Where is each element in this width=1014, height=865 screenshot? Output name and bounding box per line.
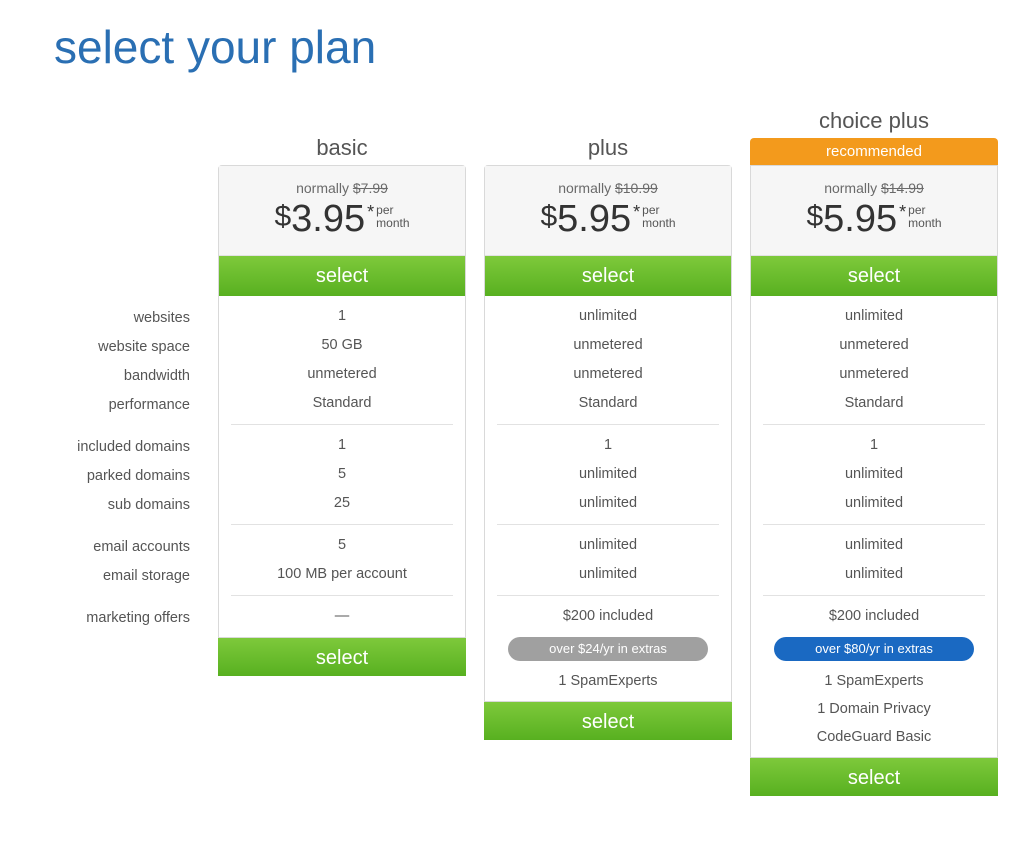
feature-value: 100 MB per account	[219, 560, 465, 589]
feature-value: unlimited	[751, 489, 997, 518]
normal-price-value: $7.99	[353, 180, 388, 196]
feature-label: included domains	[30, 433, 200, 462]
feature-value: unmetered	[485, 331, 731, 360]
feature-label: websites	[30, 304, 200, 333]
feature-value: unlimited	[485, 531, 731, 560]
select-button[interactable]: select	[485, 256, 731, 296]
feature-value: 1	[751, 431, 997, 460]
feature-value: 25	[219, 489, 465, 518]
recommended-badge: recommended	[750, 138, 998, 165]
feature-label: email storage	[30, 562, 200, 591]
feature-value: unlimited	[485, 560, 731, 589]
asterisk: *	[633, 202, 640, 223]
select-button[interactable]: select	[219, 256, 465, 296]
select-button-bottom[interactable]: select	[484, 702, 732, 740]
feature-label: sub domains	[30, 491, 200, 520]
feature-value: —	[219, 602, 465, 631]
extra-feature: 1 SpamExperts	[751, 667, 997, 695]
feature-value: unlimited	[751, 302, 997, 331]
feature-value: unlimited	[485, 489, 731, 518]
price-line: $ 3.95 * permonth	[219, 198, 465, 241]
price-box: normally $7.99 $ 3.95 * permonth	[219, 166, 465, 256]
extra-feature: 1 Domain Privacy	[751, 695, 997, 723]
feature-label: email accounts	[30, 533, 200, 562]
features-list: unlimited unmetered unmetered Standard 1…	[485, 296, 731, 701]
feature-value: unmetered	[751, 331, 997, 360]
feature-value: 50 GB	[219, 331, 465, 360]
features-list: 1 50 GB unmetered Standard 1 5 25 5 100 …	[219, 296, 465, 637]
feature-value: unlimited	[751, 531, 997, 560]
feature-value: unmetered	[751, 360, 997, 389]
feature-value: 1	[485, 431, 731, 460]
extras-pill: over $24/yr in extras	[508, 637, 708, 661]
plan-card: normally $14.99 $ 5.95 * permonth select…	[750, 165, 998, 758]
feature-value: 1	[219, 302, 465, 331]
plan-column-choice-plus: choice plus recommended normally $14.99 …	[750, 104, 998, 796]
plan-name: basic	[218, 131, 466, 165]
feature-value: 5	[219, 531, 465, 560]
feature-value: unmetered	[485, 360, 731, 389]
feature-value: unlimited	[751, 460, 997, 489]
plan-name: choice plus	[750, 104, 998, 138]
select-button[interactable]: select	[751, 256, 997, 296]
feature-value: $200 included	[485, 602, 731, 631]
normal-price-value: $10.99	[615, 180, 658, 196]
feature-value: unlimited	[485, 302, 731, 331]
plan-name: plus	[484, 131, 732, 165]
select-button-bottom[interactable]: select	[218, 638, 466, 676]
feature-value: unmetered	[219, 360, 465, 389]
price-line: $ 5.95 * permonth	[751, 198, 997, 241]
plan-card: normally $7.99 $ 3.95 * permonth select …	[218, 165, 466, 638]
features-list: unlimited unmetered unmetered Standard 1…	[751, 296, 997, 757]
price-line: $ 5.95 * permonth	[485, 198, 731, 241]
normal-price: normally $7.99	[219, 180, 465, 196]
per-month-label: permonth	[376, 204, 409, 230]
plan-column-basic: basic normally $7.99 $ 3.95 * permonth s…	[218, 104, 466, 676]
feature-label: website space	[30, 333, 200, 362]
per-month-label: permonth	[908, 204, 941, 230]
price-amount: 5.95	[557, 198, 631, 241]
feature-label: bandwidth	[30, 362, 200, 391]
feature-value: unlimited	[485, 460, 731, 489]
feature-value: Standard	[485, 389, 731, 418]
feature-label: marketing offers	[30, 604, 200, 633]
feature-value: Standard	[219, 389, 465, 418]
normally-prefix: normally	[558, 180, 615, 196]
feature-label: parked domains	[30, 462, 200, 491]
normally-prefix: normally	[824, 180, 881, 196]
feature-value: 1	[219, 431, 465, 460]
normal-price-value: $14.99	[881, 180, 924, 196]
page-title: select your plan	[54, 20, 984, 74]
extra-feature: CodeGuard Basic	[751, 723, 997, 751]
asterisk: *	[367, 202, 374, 223]
price-box: normally $14.99 $ 5.95 * permonth	[751, 166, 997, 256]
normal-price: normally $10.99	[485, 180, 731, 196]
price-amount: 3.95	[291, 198, 365, 241]
feature-value: Standard	[751, 389, 997, 418]
currency-symbol: $	[540, 200, 557, 234]
price-box: normally $10.99 $ 5.95 * permonth	[485, 166, 731, 256]
normal-price: normally $14.99	[751, 180, 997, 196]
plan-card: normally $10.99 $ 5.95 * permonth select…	[484, 165, 732, 702]
select-button-bottom[interactable]: select	[750, 758, 998, 796]
price-amount: 5.95	[823, 198, 897, 241]
currency-symbol: $	[274, 200, 291, 234]
asterisk: *	[899, 202, 906, 223]
normally-prefix: normally	[296, 180, 353, 196]
feature-value: $200 included	[751, 602, 997, 631]
currency-symbol: $	[806, 200, 823, 234]
extras-pill: over $80/yr in extras	[774, 637, 974, 661]
feature-value: 5	[219, 460, 465, 489]
feature-labels-column: websites website space bandwidth perform…	[30, 104, 200, 633]
pricing-grid: websites website space bandwidth perform…	[30, 104, 984, 796]
extra-feature: 1 SpamExperts	[485, 667, 731, 695]
plan-column-plus: plus normally $10.99 $ 5.95 * permonth s…	[484, 104, 732, 740]
per-month-label: permonth	[642, 204, 675, 230]
feature-value: unlimited	[751, 560, 997, 589]
feature-label: performance	[30, 391, 200, 420]
